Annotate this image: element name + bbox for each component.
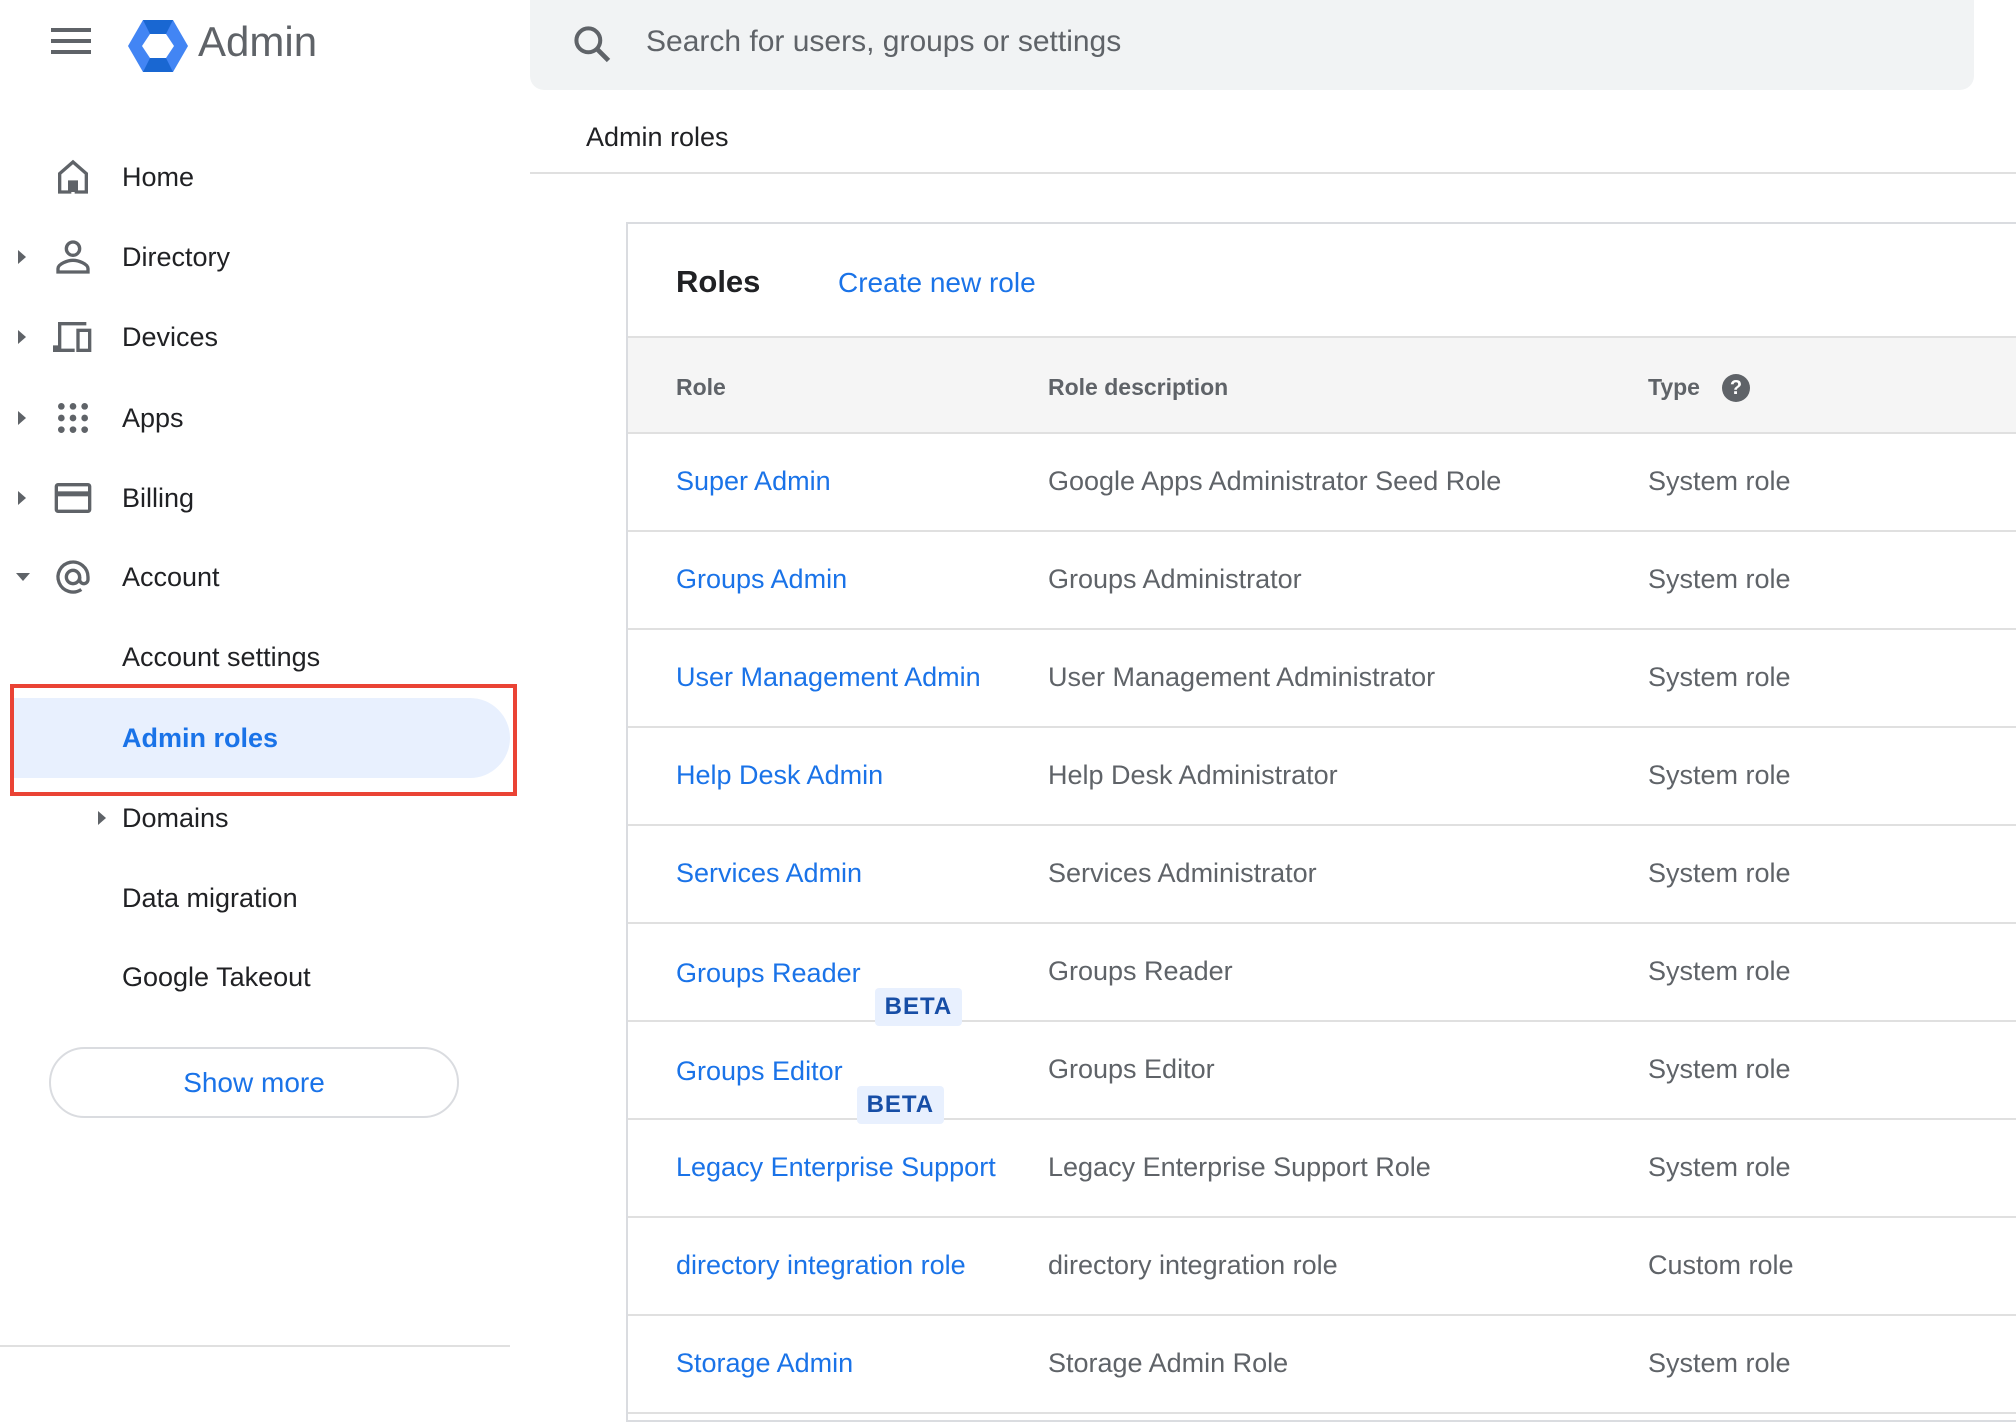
sidebar-item-label: Domains — [122, 802, 229, 833]
sidebar-subitem-data-migration[interactable]: Data migration — [0, 858, 510, 938]
role-type: System role — [1648, 564, 1791, 594]
role-name-link[interactable]: Services Admin — [676, 858, 862, 888]
search-bar[interactable]: Search for users, groups or settings — [530, 0, 1974, 90]
role-description: Legacy Enterprise Support Role — [1048, 1152, 1431, 1182]
sidebar-subitem-google-takeout[interactable]: Google Takeout — [0, 937, 510, 1017]
collapse-arrow-icon[interactable] — [16, 573, 30, 581]
column-header-description[interactable]: Role description — [1048, 374, 1228, 401]
table-row[interactable]: Legacy Enterprise Support Legacy Enterpr… — [628, 1120, 2016, 1218]
roles-card: Roles Create new role Role Role descript… — [626, 222, 2016, 1422]
role-description: Help Desk Administrator — [1048, 760, 1338, 790]
sidebar-item-label: Directory — [122, 241, 231, 272]
sidebar-item-label: Home — [122, 161, 195, 192]
sidebar-item-label: Account settings — [122, 641, 321, 672]
beta-badge: BETA — [874, 988, 963, 1026]
role-description: Groups Reader — [1048, 956, 1233, 986]
search-icon — [574, 26, 611, 63]
sidebar-item-apps[interactable]: Apps — [0, 378, 510, 458]
sidebar-divider — [0, 1345, 510, 1347]
sidebar-item-label: Billing — [122, 482, 195, 513]
credit-card-icon — [54, 483, 92, 513]
beta-badge: BETA — [856, 1086, 945, 1124]
role-description: Groups Administrator — [1048, 564, 1302, 594]
role-type: System role — [1648, 1152, 1791, 1182]
role-name-link[interactable]: Groups Reader — [676, 958, 861, 988]
role-name-link[interactable]: directory integration role — [676, 1250, 966, 1280]
table-row[interactable]: Super Admin Google Apps Administrator Se… — [628, 434, 2016, 532]
expand-arrow-icon[interactable] — [98, 811, 106, 825]
sidebar-item-label: Google Takeout — [122, 961, 311, 992]
sidebar-item-label: Account — [122, 561, 220, 592]
sidebar-item-account[interactable]: Account — [0, 537, 510, 617]
role-description: Google Apps Administrator Seed Role — [1048, 466, 1502, 496]
card-title: Roles — [676, 264, 761, 299]
role-type: System role — [1648, 760, 1791, 790]
sidebar-item-devices[interactable]: Devices — [0, 297, 510, 377]
column-header-role[interactable]: Role — [676, 374, 726, 401]
show-more-button[interactable]: Show more — [49, 1047, 459, 1118]
sidebar-subitem-domains[interactable]: Domains — [0, 778, 510, 858]
role-name-link[interactable]: User Management Admin — [676, 662, 981, 692]
role-type: System role — [1648, 956, 1791, 986]
admin-logo[interactable] — [128, 18, 188, 74]
role-description: Groups Editor — [1048, 1054, 1215, 1084]
role-name-link[interactable]: Help Desk Admin — [676, 760, 883, 790]
help-icon[interactable]: ? — [1722, 374, 1750, 402]
at-sign-icon — [56, 560, 90, 594]
create-new-role-link[interactable]: Create new role — [838, 267, 1036, 299]
breadcrumb: Admin roles — [586, 122, 729, 152]
table-row[interactable]: Storage Admin Storage Admin Role System … — [628, 1316, 2016, 1414]
expand-arrow-icon[interactable] — [18, 250, 26, 264]
table-row[interactable]: Services Admin Services Administrator Sy… — [628, 826, 2016, 924]
table-row[interactable]: Groups Editor BETA Groups Editor System r… — [628, 1022, 2016, 1124]
sidebar-item-directory[interactable]: Directory — [0, 217, 510, 297]
role-name-link[interactable]: Legacy Enterprise Support — [676, 1152, 996, 1182]
table-row[interactable]: directory integration role directory int… — [628, 1218, 2016, 1316]
apps-grid-icon — [58, 403, 88, 433]
person-icon — [56, 240, 90, 274]
home-icon — [58, 159, 88, 194]
role-type: System role — [1648, 466, 1791, 496]
column-header-type[interactable]: Type — [1648, 374, 1700, 401]
main-menu-button[interactable] — [51, 28, 91, 58]
search-placeholder[interactable]: Search for users, groups or settings — [646, 25, 1121, 59]
table-row[interactable]: Groups Admin Groups Administrator System… — [628, 532, 2016, 630]
sidebar-item-label: Data migration — [122, 882, 298, 913]
role-description: Services Administrator — [1048, 858, 1317, 888]
sidebar-item-label: Devices — [122, 321, 219, 352]
role-type: System role — [1648, 1054, 1791, 1084]
sidebar-item-billing[interactable]: Billing — [0, 458, 510, 538]
table-row[interactable]: Help Desk Admin Help Desk Administrator … — [628, 728, 2016, 826]
role-description: User Management Administrator — [1048, 662, 1436, 692]
app-title: Admin — [198, 18, 318, 65]
divider — [530, 172, 2016, 174]
role-description: directory integration role — [1048, 1250, 1338, 1280]
role-name-link[interactable]: Groups Editor — [676, 1056, 843, 1086]
sidebar-item-home[interactable]: Home — [0, 137, 510, 217]
role-description: Storage Admin Role — [1048, 1348, 1289, 1378]
table-header: Role Role description Type ? — [628, 336, 2016, 434]
role-type: Custom role — [1648, 1250, 1794, 1280]
devices-icon — [53, 322, 92, 352]
role-type: System role — [1648, 858, 1791, 888]
sidebar-item-label: Apps — [122, 402, 184, 433]
role-name-link[interactable]: Storage Admin — [676, 1348, 853, 1378]
table-row[interactable]: Groups Reader BETA Groups Reader System r… — [628, 924, 2016, 1026]
role-type: System role — [1648, 662, 1791, 692]
table-row[interactable]: User Management Admin User Management Ad… — [628, 630, 2016, 728]
expand-arrow-icon[interactable] — [18, 411, 26, 425]
role-name-link[interactable]: Groups Admin — [676, 564, 847, 594]
expand-arrow-icon[interactable] — [18, 330, 26, 344]
expand-arrow-icon[interactable] — [18, 491, 26, 505]
role-type: System role — [1648, 1348, 1791, 1378]
role-name-link[interactable]: Super Admin — [676, 466, 831, 496]
